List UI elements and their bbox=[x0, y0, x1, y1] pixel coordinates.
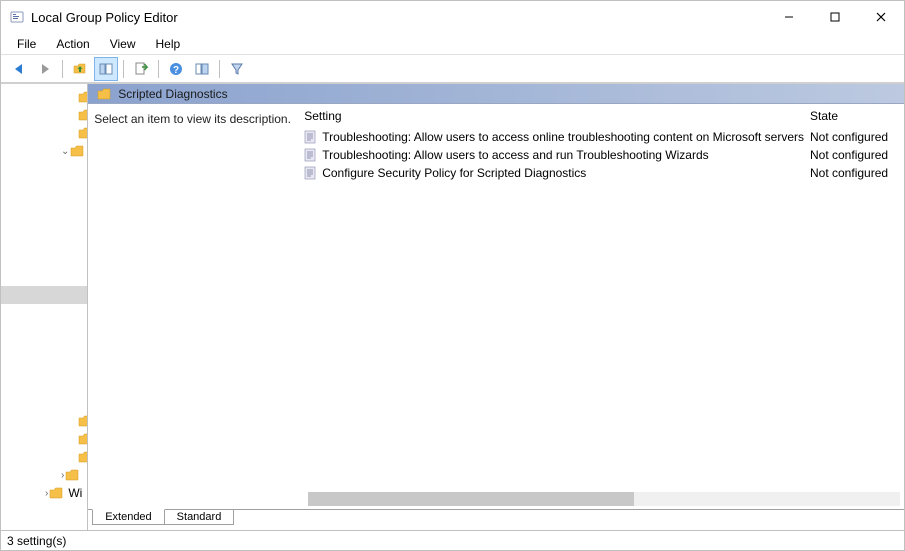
setting-label: Troubleshooting: Allow users to access o… bbox=[322, 130, 804, 144]
tree-item[interactable]: Microsoft Support Diagnostic Tool bbox=[1, 232, 88, 250]
tree-item[interactable]: Windows Boot Performance Diagnostics bbox=[1, 304, 88, 322]
setting-label: Troubleshooting: Allow users to access a… bbox=[322, 148, 804, 162]
svg-text:?: ? bbox=[173, 65, 179, 76]
scrollbar-track[interactable] bbox=[308, 492, 900, 506]
help-button[interactable]: ? bbox=[164, 57, 188, 81]
folder-icon bbox=[77, 107, 87, 123]
setting-row[interactable]: Troubleshooting: Allow users to access o… bbox=[298, 128, 904, 146]
up-button[interactable] bbox=[68, 57, 92, 81]
toolbar-separator bbox=[219, 60, 220, 78]
policy-icon bbox=[302, 129, 318, 145]
setting-state: Not configured bbox=[804, 130, 904, 144]
close-button[interactable] bbox=[858, 1, 904, 33]
folder-icon bbox=[77, 89, 87, 105]
folder-icon bbox=[96, 86, 112, 102]
tree-item[interactable]: Trusted Platform Module Services bbox=[1, 412, 87, 430]
tree-item[interactable]: Scripted Diagnostics bbox=[1, 286, 88, 304]
tree-item[interactable]: Windows System Responsiveness Performanc… bbox=[1, 394, 88, 412]
tree-item[interactable]: System Restore bbox=[1, 124, 87, 142]
column-header-state[interactable]: State bbox=[804, 109, 904, 123]
folder-icon bbox=[64, 467, 80, 483]
minimize-button[interactable] bbox=[766, 1, 812, 33]
tree-item[interactable]: MSI Corrupted File Recovery bbox=[1, 250, 88, 268]
settings-column: Setting State Troubleshooting: Allow use… bbox=[298, 104, 904, 491]
folder-icon bbox=[77, 125, 87, 141]
expand-icon[interactable]: ⌄ bbox=[61, 146, 69, 157]
tree-pane[interactable]: Storage HealthStorage SenseSystem Restor… bbox=[1, 84, 88, 530]
tree-item[interactable]: Fault Tolerant Heap bbox=[1, 214, 88, 232]
tree-item[interactable]: User Profiles bbox=[1, 430, 87, 448]
scrollbar-thumb[interactable] bbox=[308, 492, 633, 506]
policy-icon bbox=[302, 165, 318, 181]
description-column: Select an item to view its description. bbox=[88, 104, 298, 491]
details-header: Scripted Diagnostics bbox=[88, 84, 904, 104]
window-title: Local Group Policy Editor bbox=[31, 10, 766, 25]
tree-item[interactable]: Windows Resource Exhaustion Detection bbox=[1, 340, 88, 358]
tree-item-label: Windows Components bbox=[68, 486, 83, 500]
details-body: Select an item to view its description. … bbox=[88, 104, 904, 491]
show-hide-tree-button[interactable] bbox=[94, 57, 118, 81]
status-text: 3 setting(s) bbox=[7, 534, 66, 548]
tree-item[interactable]: Storage Sense bbox=[1, 106, 87, 124]
app-window: Local Group Policy Editor File Action Vi… bbox=[0, 0, 905, 551]
tree-item[interactable]: Windows Memory Leak Diagnosis bbox=[1, 322, 88, 340]
forward-button[interactable] bbox=[33, 57, 57, 81]
folder-icon bbox=[77, 449, 87, 465]
export-button[interactable] bbox=[129, 57, 153, 81]
main-area: Storage HealthStorage SenseSystem Restor… bbox=[1, 83, 904, 530]
tree-item[interactable]: Disk Diagnostic bbox=[1, 196, 88, 214]
tab-standard[interactable]: Standard bbox=[164, 510, 235, 525]
tree-item[interactable]: Application Compatibility Diagnostics bbox=[1, 160, 88, 178]
toolbar-separator bbox=[123, 60, 124, 78]
tree-item[interactable]: Windows Shutdown Performance Diagnostics bbox=[1, 358, 88, 376]
settings-list: Troubleshooting: Allow users to access o… bbox=[298, 128, 904, 491]
tree-item[interactable]: ›Windows Components bbox=[1, 484, 87, 502]
folder-icon bbox=[77, 413, 87, 429]
setting-label: Configure Security Policy for Scripted D… bbox=[322, 166, 804, 180]
menu-file[interactable]: File bbox=[7, 35, 46, 53]
setting-state: Not configured bbox=[804, 148, 904, 162]
menu-view[interactable]: View bbox=[100, 35, 146, 53]
tree-item[interactable]: Windows File Protection bbox=[1, 448, 87, 466]
filter-button[interactable] bbox=[225, 57, 249, 81]
folder-icon bbox=[69, 143, 85, 159]
toolbar: ? bbox=[1, 55, 904, 83]
properties-button[interactable] bbox=[190, 57, 214, 81]
folder-icon bbox=[77, 431, 87, 447]
details-pane: Scripted Diagnostics Select an item to v… bbox=[88, 84, 904, 530]
settings-header: Setting State bbox=[298, 104, 904, 128]
app-icon bbox=[9, 9, 25, 25]
back-button[interactable] bbox=[7, 57, 31, 81]
titlebar: Local Group Policy Editor bbox=[1, 1, 904, 33]
tab-extended[interactable]: Extended bbox=[92, 509, 164, 525]
details-title: Scripted Diagnostics bbox=[118, 87, 227, 101]
folder-icon bbox=[48, 485, 64, 501]
toolbar-separator bbox=[62, 60, 63, 78]
horizontal-scrollbar[interactable] bbox=[308, 491, 900, 507]
setting-row[interactable]: Configure Security Policy for Scripted D… bbox=[298, 164, 904, 182]
menu-action[interactable]: Action bbox=[46, 35, 99, 53]
window-controls bbox=[766, 1, 904, 33]
tabstrip: Extended Standard bbox=[88, 509, 904, 530]
tree-item[interactable]: ›Windows Time Service bbox=[1, 466, 87, 484]
tree-item[interactable]: Storage Health bbox=[1, 88, 87, 106]
toolbar-separator bbox=[158, 60, 159, 78]
policy-tree: Storage HealthStorage SenseSystem Restor… bbox=[1, 88, 87, 502]
setting-state: Not configured bbox=[804, 166, 904, 180]
tree-item[interactable]: Corrupted File Recovery bbox=[1, 178, 88, 196]
tree-item[interactable]: ⌄Troubleshooting and Diagnostics bbox=[1, 142, 87, 160]
policy-icon bbox=[302, 147, 318, 163]
menubar: File Action View Help bbox=[1, 33, 904, 55]
setting-row[interactable]: Troubleshooting: Allow users to access a… bbox=[298, 146, 904, 164]
description-prompt: Select an item to view its description. bbox=[94, 112, 291, 126]
tree-item[interactable]: Windows Standby/Resume Performance Diagn… bbox=[1, 376, 88, 394]
tree-item[interactable]: Scheduled Maintenance bbox=[1, 268, 88, 286]
column-header-setting[interactable]: Setting bbox=[298, 109, 804, 123]
statusbar: 3 setting(s) bbox=[1, 530, 904, 550]
menu-help[interactable]: Help bbox=[146, 35, 191, 53]
maximize-button[interactable] bbox=[812, 1, 858, 33]
